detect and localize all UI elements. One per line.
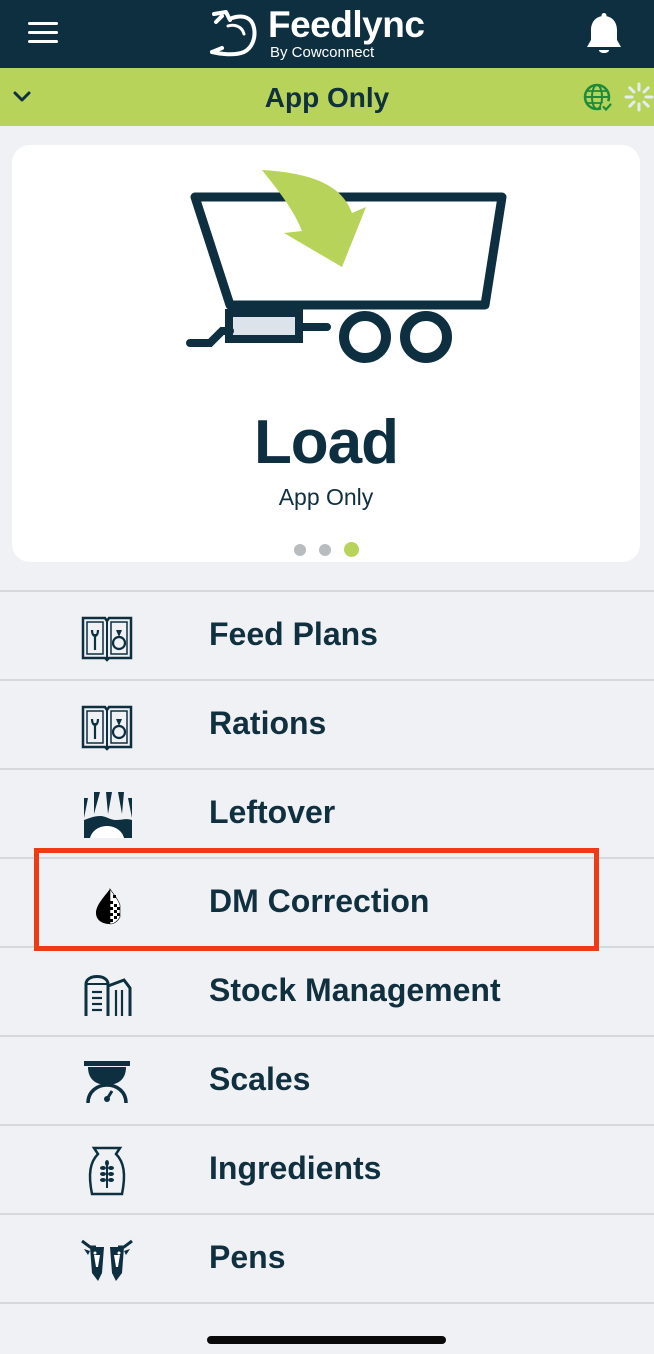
feedlync-logo-icon	[210, 10, 257, 57]
menu-icon[interactable]	[28, 22, 58, 46]
menu-item-leftover[interactable]: Leftover	[0, 770, 654, 859]
load-carousel-card[interactable]: Load App Only	[12, 145, 640, 562]
menu-item-stock-management[interactable]: Stock Management	[0, 948, 654, 1037]
page-dot[interactable]	[293, 544, 306, 556]
cows-icon	[81, 1239, 133, 1281]
card-title: Load	[253, 408, 399, 477]
top-app-bar: Feedlync By Cowconnect	[0, 0, 654, 68]
menu-item-dm-correction[interactable]: DM Correction	[0, 859, 654, 948]
menu-item-label: Rations	[209, 705, 327, 741]
menu-item-rations[interactable]: Rations	[0, 681, 654, 770]
brand-name: Feedlync	[268, 4, 425, 45]
main-menu-list: Feed Plans Rations Leftover DM Correctio…	[0, 590, 654, 1304]
mode-bar: App Only	[0, 68, 654, 126]
page-dot-active[interactable]	[343, 542, 359, 557]
dm-drop-icon	[96, 888, 121, 925]
grain-sack-icon	[88, 1146, 126, 1196]
menu-item-label: DM Correction	[209, 883, 430, 919]
globe-check-icon[interactable]	[582, 82, 614, 114]
menu-item-label: Feed Plans	[209, 616, 378, 652]
menu-item-pens[interactable]: Pens	[0, 1215, 654, 1304]
feed-wagon-load-icon	[186, 170, 507, 363]
home-indicator	[207, 1336, 446, 1344]
menu-item-label: Scales	[209, 1061, 311, 1097]
menu-item-scales[interactable]: Scales	[0, 1037, 654, 1126]
rations-book-icon	[81, 705, 133, 751]
menu-item-label: Leftover	[209, 794, 336, 830]
bell-icon[interactable]	[584, 12, 624, 58]
page-indicator	[12, 542, 640, 557]
card-subtitle: App Only	[278, 484, 374, 510]
menu-item-ingredients[interactable]: Ingredients	[0, 1126, 654, 1215]
brand-subtitle: By Cowconnect	[270, 44, 375, 61]
scales-icon	[84, 1061, 130, 1104]
leftover-icon	[84, 792, 132, 838]
silo-icon	[84, 975, 132, 1016]
menu-item-label: Stock Management	[209, 972, 501, 1008]
loading-spinner-icon	[624, 82, 654, 112]
menu-item-label: Ingredients	[209, 1150, 382, 1186]
menu-item-feed-plans[interactable]: Feed Plans	[0, 592, 654, 681]
mode-title[interactable]: App Only	[0, 82, 654, 114]
menu-item-label: Pens	[209, 1239, 286, 1275]
page-dot[interactable]	[318, 544, 331, 556]
feed-plans-book-icon	[81, 616, 133, 662]
